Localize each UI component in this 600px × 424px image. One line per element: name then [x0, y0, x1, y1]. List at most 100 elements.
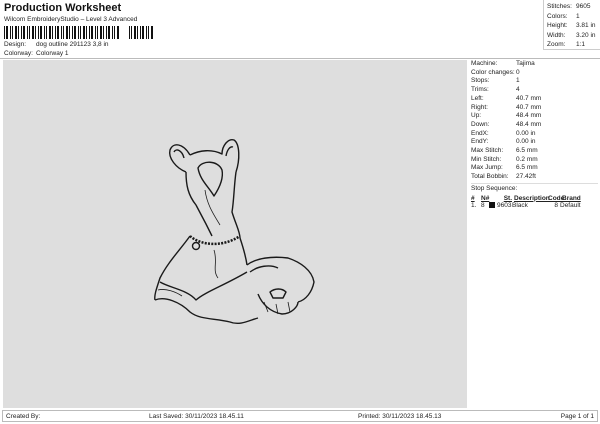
divider: [0, 58, 600, 59]
detail-row: EndY: 0.00 in: [471, 138, 598, 147]
detail-label: Max Jump:: [471, 164, 503, 172]
detail-label: Right:: [471, 103, 488, 111]
barcode-bar: [100, 26, 102, 39]
summary-value: 9605: [576, 3, 591, 10]
barcode-bar: [12, 26, 13, 39]
detail-value: 0.2 mm: [516, 155, 538, 163]
summary-row: Height: 3.81 in: [547, 21, 597, 31]
detail-value: 27.42ft: [516, 173, 536, 181]
barcode-bar: [18, 26, 19, 39]
design-label: Design:: [4, 41, 27, 48]
barcode-bar: [83, 26, 85, 39]
column-header: Brand: [562, 194, 581, 202]
barcode-bar: [142, 26, 144, 39]
stop-num: 1.: [471, 201, 477, 209]
last-saved: Last Saved: 30/11/2023 18.45.11: [149, 413, 244, 420]
barcode-bar: [61, 26, 62, 39]
details-list: Machine: Tajima Color changes: 0 Stops: 1 Trim…: [471, 60, 598, 182]
detail-row: Left: 40.7 mm: [471, 95, 598, 104]
barcode-bar: [134, 26, 136, 39]
barcode-bar: [151, 26, 153, 39]
barcode-bar: [10, 26, 11, 39]
barcode-bar: [95, 26, 96, 39]
barcode-bar: [146, 26, 147, 39]
detail-label: Stops:: [471, 77, 490, 85]
detail-row: Stops: 1: [471, 77, 598, 86]
stop-sequence-rows: 1. 8 9603 Black 8 Default: [471, 202, 598, 209]
summary-label: Stitches:: [547, 3, 572, 10]
footer: Created By: Last Saved: 30/11/2023 18.45…: [2, 410, 598, 422]
design-value: dog outline 291123 3,8 in: [36, 41, 109, 48]
barcode-bar: [52, 26, 53, 39]
barcode-bar: [49, 26, 51, 39]
detail-value: 40.7 mm: [516, 94, 542, 102]
detail-label: Machine:: [471, 60, 498, 67]
summary-value: 3.81 in: [576, 22, 596, 29]
barcode-bar: [69, 26, 70, 39]
detail-row: Machine: Tajima: [471, 60, 598, 69]
summary-value: 3.20 in: [576, 31, 596, 39]
barcode-bar: [129, 26, 130, 39]
detail-row: Up: 48.4 mm: [471, 112, 598, 121]
detail-value: 6.5 mm: [516, 147, 538, 155]
stop-sequence-title: Stop Sequence:: [471, 182, 598, 193]
barcode-bar: [35, 26, 36, 39]
stop-row: 1. 8 9603 Black 8 Default: [471, 202, 598, 209]
detail-row: Min Stitch: 0.2 mm: [471, 156, 598, 165]
barcode-bar: [15, 26, 17, 39]
detail-value: 0.00 in: [516, 138, 536, 146]
page-number: Page 1 of 1: [560, 413, 594, 420]
barcode-bar: [57, 26, 59, 39]
detail-value: 48.4 mm: [516, 112, 542, 120]
column-header: #: [471, 194, 475, 202]
detail-label: Min Stitch:: [471, 155, 502, 163]
summary-label: Height:: [547, 22, 568, 29]
detail-value: 0.00 in: [516, 129, 536, 137]
barcode-bar: [63, 26, 64, 39]
barcode-bar: [40, 26, 42, 39]
description: Black: [512, 201, 528, 209]
detail-row: Total Bobbin: 27.42ft: [471, 173, 598, 182]
detail-row: Down: 48.4 mm: [471, 121, 598, 130]
detail-label: EndY:: [471, 138, 489, 146]
barcode-bar: [4, 26, 5, 39]
detail-label: Up:: [471, 112, 482, 120]
page-title: Production Worksheet: [4, 2, 122, 14]
code: 8: [554, 201, 558, 209]
design-row: Design: dog outline 291123 3,8 in: [4, 41, 109, 48]
summary-label: Width:: [547, 31, 566, 39]
detail-row: EndX: 0.00 in: [471, 130, 598, 139]
summary-row: Width: 3.20 in: [547, 31, 597, 41]
barcode-bar: [44, 26, 45, 39]
barcode-bar: [131, 26, 132, 39]
detail-label: Color changes:: [471, 68, 515, 76]
colorway-row: Colorway: Colorway 1: [4, 50, 69, 57]
column-header: Description: [514, 194, 550, 202]
barcode-bar: [80, 26, 81, 39]
barcode-bar: [89, 26, 90, 39]
barcode-bar: [72, 26, 73, 39]
summary-row: Colors: 1: [547, 12, 597, 22]
detail-label: Total Bobbin:: [471, 173, 509, 181]
detail-value: 0: [516, 68, 520, 76]
barcode-bar: [106, 26, 107, 39]
barcode-bar: [6, 26, 8, 39]
barcode-bar: [140, 26, 141, 39]
barcode-bar: [21, 26, 22, 39]
column-header: N#: [481, 194, 490, 202]
detail-value: 48.4 mm: [516, 120, 542, 128]
barcode-bar: [91, 26, 93, 39]
barcode-bar: [27, 26, 28, 39]
summary-box: Stitches: 9605 Colors: 1 Height: 3.81 in Width…: [543, 0, 600, 50]
summary-row: Zoom: 1:1: [547, 40, 597, 50]
summary-row: Stitches: 9605: [547, 2, 597, 12]
barcode: [4, 26, 153, 39]
detail-row: Trims: 4: [471, 86, 598, 95]
barcode-bar: [29, 26, 30, 39]
brand: Default: [560, 201, 581, 209]
needle: 8: [481, 201, 485, 209]
barcode-bar: [148, 26, 149, 39]
detail-label: EndX:: [471, 129, 489, 137]
colorway-label: Colorway:: [4, 50, 33, 57]
detail-value: 6.5 mm: [516, 164, 538, 172]
